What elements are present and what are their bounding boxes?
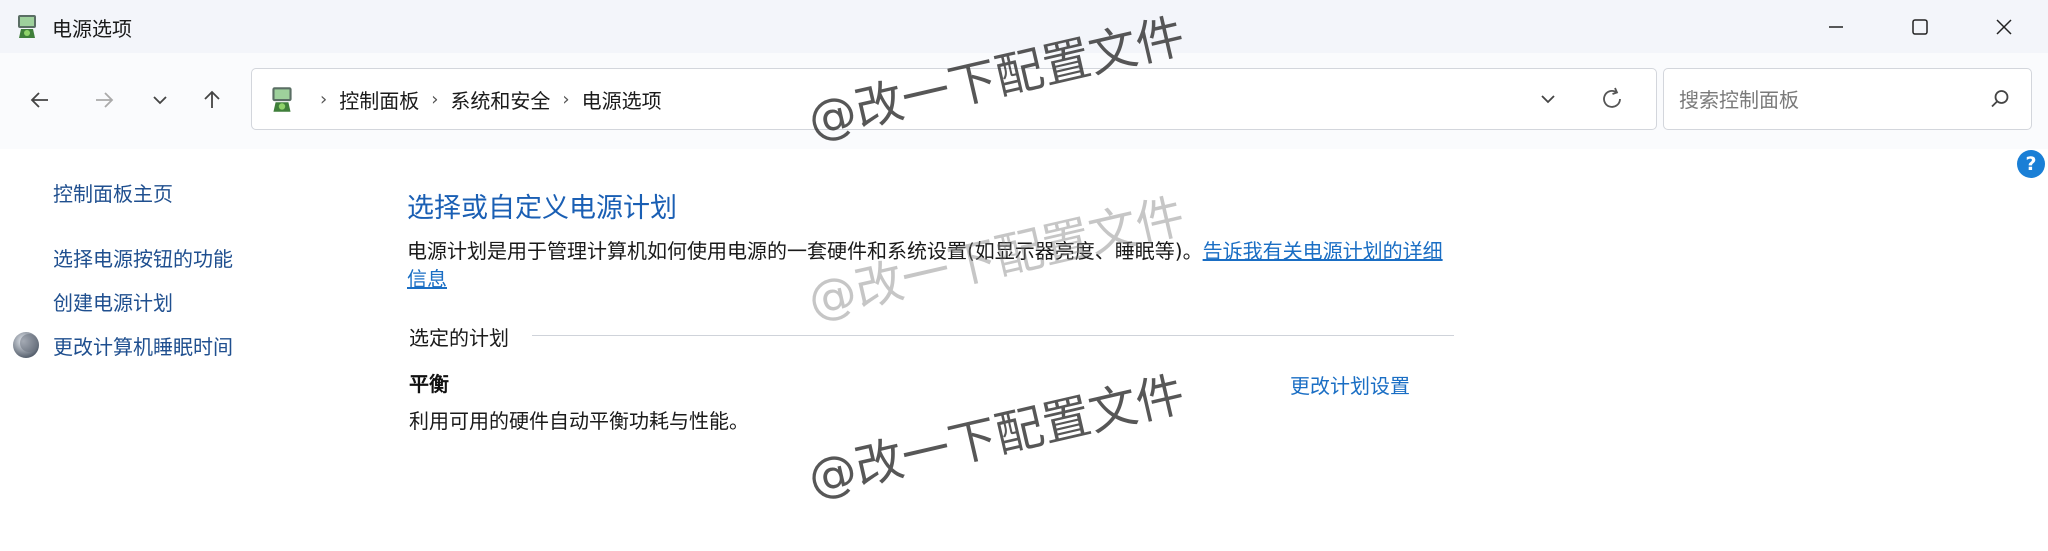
breadcrumb-system-security[interactable]: 系统和安全 [450, 85, 550, 114]
close-button[interactable] [1962, 0, 2046, 53]
sidebar-item-sleep-time[interactable]: 更改计算机睡眠时间 [53, 331, 233, 360]
selected-plan-label: 选定的计划 [409, 326, 509, 350]
moon-sleep-icon [13, 332, 39, 358]
minimize-icon [1829, 25, 1843, 28]
maximize-icon [1912, 18, 1928, 35]
search-box[interactable] [1663, 68, 2032, 130]
watermark: @改一下配置文件 [802, 366, 1190, 508]
breadcrumb-control-panel[interactable]: 控制面板 [339, 85, 419, 114]
sidebar-item-create-plan[interactable]: 创建电源计划 [53, 287, 173, 316]
close-icon [1996, 18, 2012, 35]
description-text: 电源计划是用于管理计算机如何使用电源的一套硬件和系统设置(如显示器亮度、睡眠等)… [407, 239, 1203, 263]
help-button[interactable]: ? [2017, 150, 2045, 178]
chevron-down-icon [153, 96, 167, 105]
maximize-button[interactable] [1878, 0, 1962, 53]
search-icon[interactable] [1988, 87, 2012, 111]
arrow-left-icon [30, 92, 48, 108]
address-bar[interactable]: › 控制面板 › 系统和安全 › 电源选项 [251, 68, 1657, 130]
breadcrumb-power-options[interactable]: 电源选项 [582, 85, 662, 114]
title-bar: 电源选项 [0, 0, 2048, 54]
power-options-icon [18, 15, 36, 38]
back-button[interactable] [22, 82, 58, 118]
forward-button[interactable] [86, 82, 122, 118]
chevron-right-icon[interactable]: › [562, 89, 569, 110]
recent-locations-button[interactable] [142, 82, 178, 118]
window-title: 电源选项 [52, 17, 132, 41]
power-options-icon [272, 87, 292, 112]
arrow-up-icon [204, 90, 220, 108]
refresh-icon[interactable] [1598, 85, 1626, 113]
arrow-right-icon [96, 92, 114, 108]
minimize-button[interactable] [1794, 0, 1878, 53]
group-divider [532, 335, 1454, 336]
page-description: 电源计划是用于管理计算机如何使用电源的一套硬件和系统设置(如显示器亮度、睡眠等)… [407, 237, 1457, 293]
breadcrumb: › 控制面板 › 系统和安全 › 电源选项 [308, 69, 662, 129]
plan-description: 利用可用的硬件自动平衡功耗与性能。 [409, 409, 749, 433]
up-button[interactable] [194, 82, 230, 118]
sidebar-control-panel-home[interactable]: 控制面板主页 [53, 178, 173, 207]
search-input[interactable] [1677, 83, 1981, 117]
plan-name: 平衡 [409, 372, 449, 396]
change-plan-settings-link[interactable]: 更改计划设置 [1290, 370, 1410, 399]
page-title: 选择或自定义电源计划 [407, 193, 677, 224]
chevron-right-icon[interactable]: › [431, 89, 438, 110]
sidebar-item-power-buttons[interactable]: 选择电源按钮的功能 [53, 243, 233, 272]
chevron-down-icon[interactable] [1536, 87, 1560, 111]
chevron-right-icon[interactable]: › [320, 89, 327, 110]
